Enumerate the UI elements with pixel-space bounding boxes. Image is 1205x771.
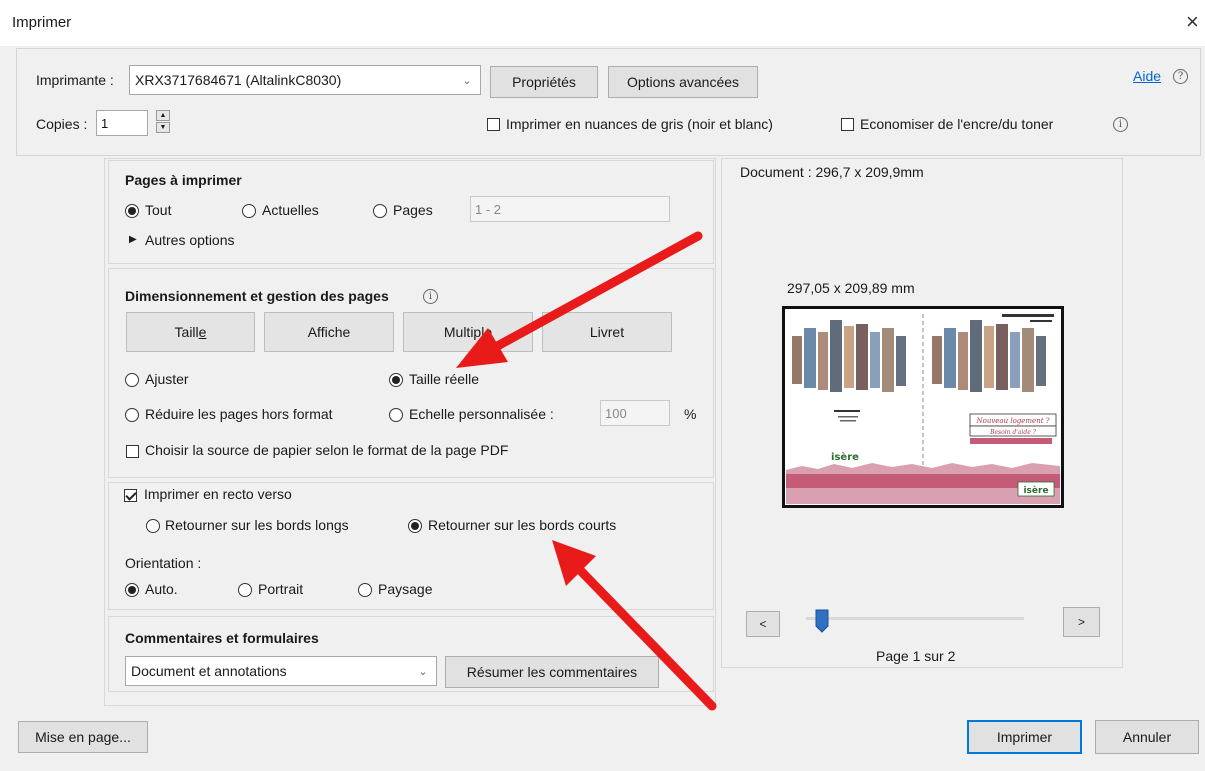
radio-flip-long-edge[interactable] <box>146 519 160 533</box>
radio-actual-size-label: Taille réelle <box>409 371 480 387</box>
chevron-down-icon: ⌄ <box>462 74 472 87</box>
grayscale-checkbox[interactable] <box>487 118 500 131</box>
brochure-title-2: Besoin d'aide ? <box>989 429 1037 436</box>
page-setup-button[interactable]: Mise en page... <box>18 721 148 753</box>
radio-all-pages[interactable] <box>125 204 139 218</box>
radio-custom-scale-label: Echelle personnalisée : <box>409 406 554 422</box>
radio-current-page[interactable] <box>242 204 256 218</box>
copies-increment-icon[interactable]: ▲ <box>156 110 170 121</box>
page-range-input[interactable]: 1 - 2 <box>470 196 670 222</box>
brochure-title-1: Nouveau logement ? <box>975 417 1049 425</box>
sizing-section-title: Dimensionnement et gestion des pages <box>125 288 389 304</box>
radio-fit[interactable] <box>125 373 139 387</box>
radio-orientation-portrait-label: Portrait <box>258 581 304 597</box>
copies-input[interactable]: 1 <box>96 110 148 136</box>
page-slider-thumb[interactable] <box>815 609 829 633</box>
grayscale-label: Imprimer en nuances de gris (noir et bla… <box>506 116 773 132</box>
info-icon[interactable]: i <box>1113 117 1128 132</box>
radio-custom-scale[interactable] <box>389 408 403 422</box>
radio-orientation-portrait[interactable] <box>238 583 252 597</box>
orientation-label: Orientation : <box>125 555 202 571</box>
copies-label: Copies : <box>36 116 88 132</box>
radio-page-range[interactable] <box>373 204 387 218</box>
comments-select[interactable]: Document et annotations ⌄ <box>125 656 437 686</box>
radio-current-page-label: Actuelles <box>262 202 319 218</box>
title-bar <box>0 0 1205 46</box>
radio-flip-short-edge[interactable] <box>408 519 422 533</box>
radio-fit-label: Ajuster <box>145 371 189 387</box>
radio-actual-size[interactable] <box>389 373 403 387</box>
printer-select[interactable]: XRX3717684671 (AltalinkC8030) ⌄ <box>129 65 481 95</box>
radio-orientation-landscape[interactable] <box>358 583 372 597</box>
radio-flip-short-edge-label: Retourner sur les bords courts <box>428 517 617 533</box>
sheet-size-label: 297,05 x 209,89 mm <box>787 280 915 296</box>
radio-orientation-auto-label: Auto. <box>145 581 178 597</box>
radio-shrink-oversized-label: Réduire les pages hors format <box>145 406 333 422</box>
comments-section-title: Commentaires et formulaires <box>125 630 319 646</box>
document-size-label: Document : 296,7 x 209,9mm <box>740 164 924 180</box>
close-icon[interactable]: × <box>1186 11 1199 33</box>
printer-select-value: XRX3717684671 (AltalinkC8030) <box>135 72 342 88</box>
radio-page-range-label: Pages <box>393 202 433 218</box>
page-slider-track[interactable] <box>806 617 1024 620</box>
save-ink-checkbox[interactable] <box>841 118 854 131</box>
properties-button[interactable]: Propriétés <box>490 66 598 98</box>
sizing-info-icon[interactable]: i <box>423 289 438 304</box>
size-mode-button[interactable]: Taill e <box>126 312 255 352</box>
percent-sign: % <box>684 406 697 422</box>
duplex-label: Imprimer en recto verso <box>144 486 292 502</box>
help-link[interactable]: Aide <box>1133 68 1161 84</box>
paper-source-checkbox[interactable] <box>126 445 139 458</box>
previous-page-button[interactable]: < <box>746 611 780 637</box>
booklet-mode-button[interactable]: Livret <box>542 312 672 352</box>
radio-all-pages-label: Tout <box>145 202 172 218</box>
summarize-comments-button[interactable]: Résumer les commentaires <box>445 656 659 688</box>
pages-section-title: Pages à imprimer <box>125 172 242 188</box>
radio-orientation-landscape-label: Paysage <box>378 581 433 597</box>
chevron-down-icon: ⌄ <box>418 665 428 678</box>
poster-mode-button[interactable]: Affiche <box>264 312 394 352</box>
radio-shrink-oversized[interactable] <box>125 408 139 422</box>
scale-input[interactable]: 100 <box>600 400 670 426</box>
brochure-brand-right: isère <box>1023 485 1048 496</box>
page-preview-thumbnail: Nouveau logement ? Besoin d'aide ? isère… <box>782 306 1064 508</box>
page-status: Page 1 sur 2 <box>876 648 956 664</box>
advanced-options-button[interactable]: Options avancées <box>608 66 758 98</box>
brochure-brand-left: isère <box>831 451 859 463</box>
expand-triangle-icon[interactable]: ▶ <box>129 234 137 245</box>
help-icon[interactable]: ? <box>1173 69 1188 84</box>
save-ink-label: Economiser de l'encre/du toner <box>860 116 1054 132</box>
multiple-mode-button[interactable]: Multiple <box>403 312 533 352</box>
radio-orientation-auto[interactable] <box>125 583 139 597</box>
duplex-checkbox[interactable] <box>124 489 137 502</box>
window-title: Imprimer <box>12 14 72 31</box>
comments-select-value: Document et annotations <box>131 663 287 679</box>
more-options-toggle[interactable]: Autres options <box>145 232 235 248</box>
copies-decrement-icon[interactable]: ▼ <box>156 122 170 133</box>
radio-flip-long-edge-label: Retourner sur les bords longs <box>165 517 349 533</box>
cancel-button[interactable]: Annuler <box>1095 720 1199 754</box>
printer-label: Imprimante : <box>36 72 114 88</box>
next-page-button[interactable]: > <box>1063 607 1100 637</box>
paper-source-label: Choisir la source de papier selon le for… <box>145 442 509 458</box>
print-button[interactable]: Imprimer <box>967 720 1082 754</box>
